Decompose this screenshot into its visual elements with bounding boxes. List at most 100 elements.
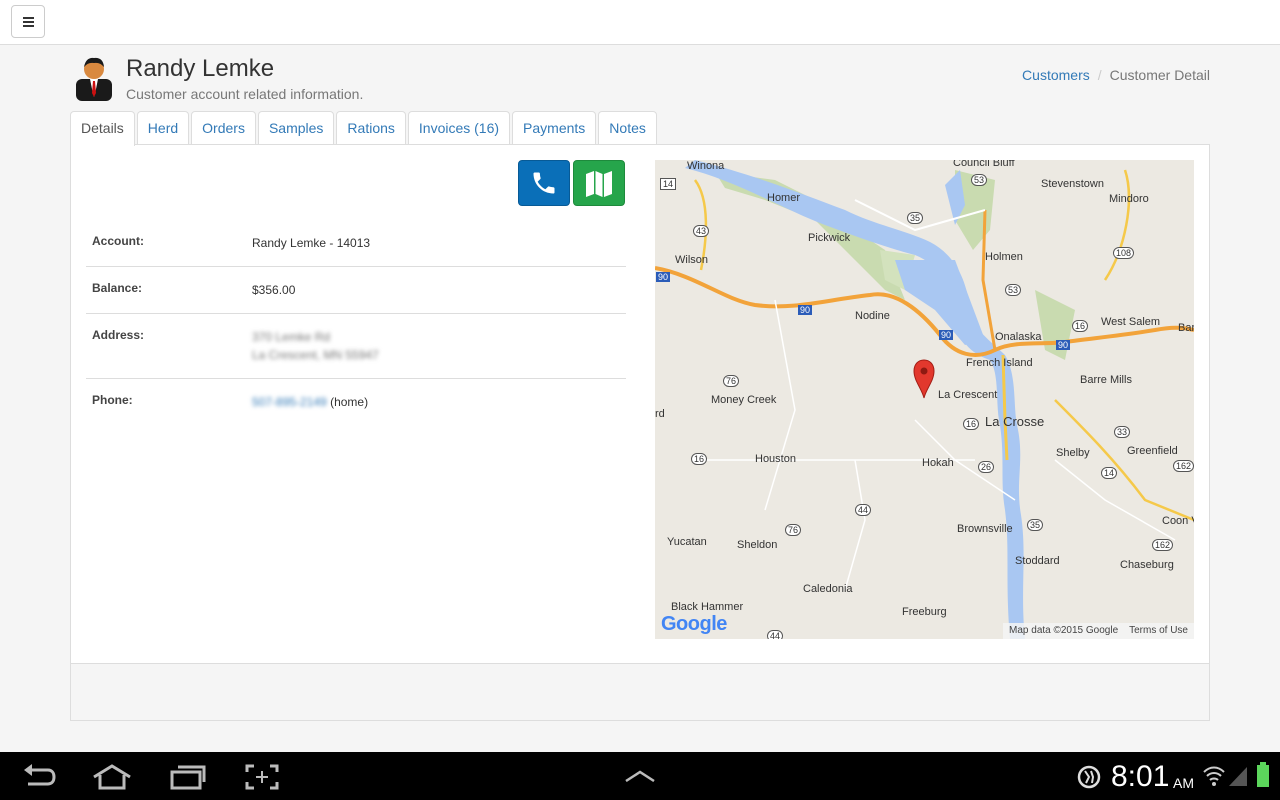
wifi-icon [1203,766,1225,786]
tab-orders[interactable]: Orders [191,111,256,145]
route-shield: 16 [963,418,980,430]
map-place-label: La Crosse [985,414,1045,429]
map-place-label: La Crescent [938,389,998,401]
map-pin-icon[interactable] [913,359,935,399]
map-credit: Map data ©2015 Google Terms of Use [1003,623,1194,639]
route-shield: 76 [785,524,802,536]
status-ampm: AM [1173,775,1194,791]
map-icon [586,171,612,197]
chevron-up-icon[interactable] [624,770,656,782]
map-place-label: Holmen [985,251,1023,263]
address-value: 370 Lemke Rd La Crescent, MN 55947 [252,328,379,364]
home-icon[interactable] [92,764,132,790]
account-row: Account: Randy Lemke - 14013 [86,220,626,266]
map-place-label: Mindoro [1109,193,1149,205]
customer-avatar [76,57,112,101]
route-shield: 35 [1027,519,1044,531]
route-shield: 33 [1114,426,1131,438]
route-shield: 14 [1101,467,1118,479]
phone-type: (home) [330,395,369,409]
hamburger-icon[interactable] [11,5,45,38]
address-line-1: 370 Lemke Rd [252,330,331,344]
map-place-label: Freeburg [902,606,947,618]
map-place-label: rd [655,408,665,420]
route-shield: 26 [978,461,995,473]
google-logo: Google [661,613,727,636]
breadcrumb: Customers / Customer Detail [1022,67,1210,83]
panel-footer [71,663,1209,720]
balance-row: Balance: $356.00 [86,266,626,313]
account-label: Account: [92,234,144,248]
detail-tabs: Details Herd Orders Samples Rations Invo… [70,111,659,146]
route-shield: 14 [660,178,677,190]
route-shield: 16 [691,453,708,465]
signal-icon [1229,767,1247,786]
route-shield: 16 [1072,320,1089,332]
map-place-label: Chaseburg [1120,559,1174,571]
screenshot-icon[interactable] [245,764,279,790]
balance-value: $356.00 [252,283,296,297]
tab-invoices[interactable]: Invoices (16) [407,111,511,145]
call-button[interactable] [518,160,570,206]
phone-number-link[interactable]: 507-895-2149 [252,395,327,409]
tab-notes[interactable]: Notes [598,111,657,145]
route-shield: 76 [723,375,740,387]
map-place-label: Onalaska [995,331,1042,343]
route-shield: 44 [767,630,784,639]
map-place-label: Nodine [855,310,890,322]
map-place-label: Stevenstown [1041,178,1104,190]
map-place-label: Barre Mills [1080,374,1132,386]
map-data-credit: Map data ©2015 Google [1009,625,1119,636]
route-shield: 162 [1152,539,1174,551]
breadcrumb-customers-link[interactable]: Customers [1022,67,1090,83]
recent-apps-icon[interactable] [170,764,206,790]
address-label: Address: [92,328,145,342]
system-navigation-bar [0,752,1280,800]
route-shield: 90 [1056,340,1071,350]
map-place-label: Money Creek [711,394,777,406]
customer-info-table: Account: Randy Lemke - 14013 Balance: $3… [86,220,626,425]
terms-of-use-link[interactable]: Terms of Use [1129,625,1188,636]
map-place-label: Yucatan [667,536,707,548]
tab-payments[interactable]: Payments [512,111,597,145]
map-place-label: Shelby [1056,447,1090,459]
tab-details[interactable]: Details [70,111,135,146]
phone-icon [533,172,555,194]
phone-row: Phone: 507-895-2149 (home) [86,378,626,425]
breadcrumb-separator: / [1097,67,1102,83]
directions-map-button[interactable] [573,160,625,206]
map-place-label: Bar [1178,322,1194,334]
route-shield: 162 [1173,460,1194,472]
tab-samples[interactable]: Samples [257,111,335,145]
customer-name: Randy Lemke [126,55,275,82]
back-icon[interactable] [22,764,56,790]
map-place-label: Caledonia [803,583,853,595]
phone-label: Phone: [92,393,133,407]
map-place-label: French Island [966,357,1033,369]
balance-label: Balance: [92,281,143,295]
route-shield: 90 [939,330,954,340]
details-panel: Account: Randy Lemke - 14013 Balance: $3… [70,144,1210,721]
map-place-label: Pickwick [808,232,851,244]
data-saver-icon [1077,765,1101,789]
status-clock: 8:01 [1111,760,1170,793]
tab-herd[interactable]: Herd [136,111,190,145]
customer-location-map[interactable]: Winona Council Bluff Stevenstown Mindoro… [655,160,1194,639]
map-place-label: Wilson [675,254,709,266]
map-place-label: Black Hammer [671,601,744,613]
google-logo-text: Google [661,613,727,635]
map-place-label: Greenfield [1127,445,1178,457]
map-place-label: Hokah [922,457,954,469]
map-place-label: Stoddard [1015,555,1060,567]
map-place-label: Winona [687,160,725,172]
top-bar [0,0,1280,45]
map-place-label: Houston [755,453,796,465]
route-shield: 108 [1113,247,1135,259]
route-shield: 90 [656,272,671,282]
route-shield: 53 [971,174,988,186]
address-row: Address: 370 Lemke Rd La Crescent, MN 55… [86,313,626,378]
route-shield: 43 [693,225,710,237]
route-shield: 53 [1005,284,1022,296]
tab-rations[interactable]: Rations [336,111,406,145]
account-value: Randy Lemke - 14013 [252,236,371,250]
